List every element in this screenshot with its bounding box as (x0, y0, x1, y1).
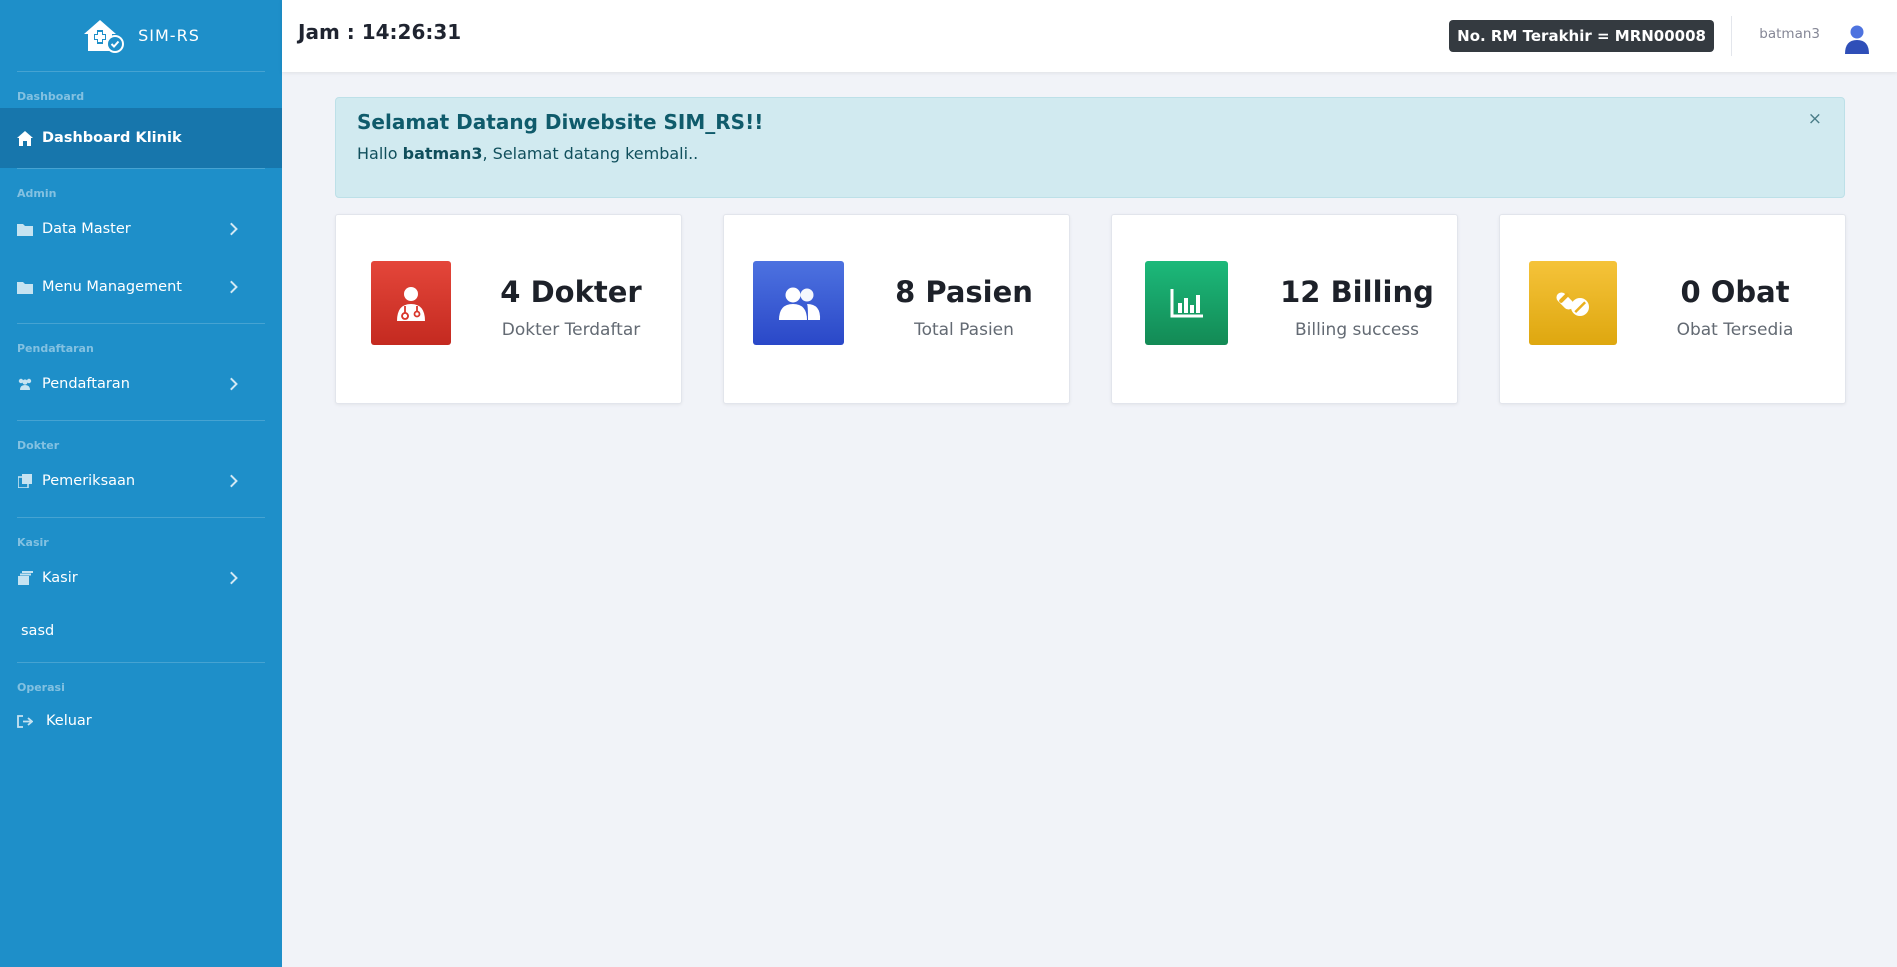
card-value: 4 Dokter (500, 275, 642, 309)
sidebar-item-label: Pemeriksaan (42, 473, 136, 489)
sidebar-item-pemeriksaan[interactable]: Pemeriksaan (0, 461, 282, 501)
sidebar-divider (17, 323, 265, 324)
chevron-right-icon (225, 474, 238, 488)
folder-icon (17, 279, 33, 295)
alert-greeting: Hallo (357, 144, 403, 163)
topbar-divider (1731, 16, 1732, 56)
doctor-icon (371, 261, 451, 345)
section-label-pendaftaran: Pendaftaran (17, 342, 94, 355)
hospital-logo-icon (82, 17, 126, 55)
user-name[interactable]: batman3 (1759, 26, 1820, 42)
last-rm-badge: No. RM Terakhir = MRN00008 (1449, 20, 1714, 52)
chart-icon (1145, 261, 1228, 345)
home-icon (17, 130, 33, 146)
section-label-admin: Admin (17, 187, 57, 200)
alert-message: Hallo batman3, Selamat datang kembali.. (357, 144, 698, 163)
alert-title: Selamat Datang Diwebsite SIM_RS!! (357, 110, 764, 134)
user-avatar-icon[interactable] (1844, 24, 1870, 54)
folder-icon (17, 221, 33, 237)
topbar: Jam : 14:26:31 No. RM Terakhir = MRN0000… (282, 0, 1897, 72)
copy-icon (17, 473, 33, 489)
sidebar-item-menu-management[interactable]: Menu Management (0, 267, 282, 307)
sidebar: SIM-RS Dashboard Dashboard Klinik Admin … (0, 0, 282, 967)
welcome-alert: Selamat Datang Diwebsite SIM_RS!! Hallo … (335, 97, 1845, 198)
section-label-operasi: Operasi (17, 681, 65, 694)
sidebar-item-kasir[interactable]: Kasir (0, 558, 282, 598)
sidebar-divider (17, 420, 265, 421)
close-icon[interactable]: × (1808, 111, 1822, 128)
card-value: 12 Billing (1280, 275, 1434, 309)
chevron-right-icon (225, 571, 238, 585)
chevron-right-icon (225, 280, 238, 294)
sidebar-item-label: Kasir (42, 570, 78, 586)
sidebar-item-pendaftaran[interactable]: Pendaftaran (0, 364, 282, 404)
card-value: 0 Obat (1680, 275, 1790, 309)
alert-username: batman3 (402, 144, 483, 163)
card-label: Obat Tersedia (1676, 320, 1794, 340)
stat-card-obat: 0 Obat Obat Tersedia (1499, 214, 1846, 404)
brand[interactable]: SIM-RS (17, 0, 265, 72)
section-label-kasir: Kasir (17, 536, 49, 549)
card-value: 8 Pasien (895, 275, 1033, 309)
card-label: Billing success (1294, 320, 1420, 340)
brand-name: SIM-RS (138, 26, 200, 45)
chevron-right-icon (225, 222, 238, 236)
sidebar-divider (17, 168, 265, 169)
chevron-right-icon (225, 377, 238, 391)
section-label-dokter: Dokter (17, 439, 60, 452)
sidebar-item-data-master[interactable]: Data Master (0, 209, 282, 249)
users-icon (17, 376, 33, 392)
sidebar-item-sasd[interactable]: sasd (0, 616, 282, 646)
stat-card-billing: 12 Billing Billing success (1111, 214, 1458, 404)
stack-icon (17, 570, 33, 586)
section-label-dashboard: Dashboard (17, 90, 85, 103)
stat-card-dokter: 4 Dokter Dokter Terdaftar (335, 214, 682, 404)
card-label: Dokter Terdaftar (501, 320, 641, 340)
card-label: Total Pasien (914, 320, 1014, 340)
sidebar-item-label: Data Master (42, 221, 131, 237)
alert-message-text: , Selamat datang kembali.. (482, 144, 699, 163)
sidebar-divider (17, 662, 265, 663)
sidebar-divider (17, 517, 265, 518)
sign-out-icon (17, 713, 33, 729)
users-icon (753, 261, 844, 345)
stat-card-pasien: 8 Pasien Total Pasien (723, 214, 1070, 404)
sidebar-item-dashboard-klinik[interactable]: Dashboard Klinik (0, 108, 282, 168)
clock: Jam : 14:26:31 (298, 20, 462, 44)
sidebar-item-keluar[interactable]: Keluar (0, 701, 282, 741)
pills-icon (1529, 261, 1617, 345)
sidebar-item-label: Dashboard Klinik (42, 130, 182, 146)
sidebar-item-label: Menu Management (42, 279, 182, 295)
sidebar-item-label: Pendaftaran (42, 376, 130, 392)
sidebar-item-label: Keluar (46, 713, 92, 729)
